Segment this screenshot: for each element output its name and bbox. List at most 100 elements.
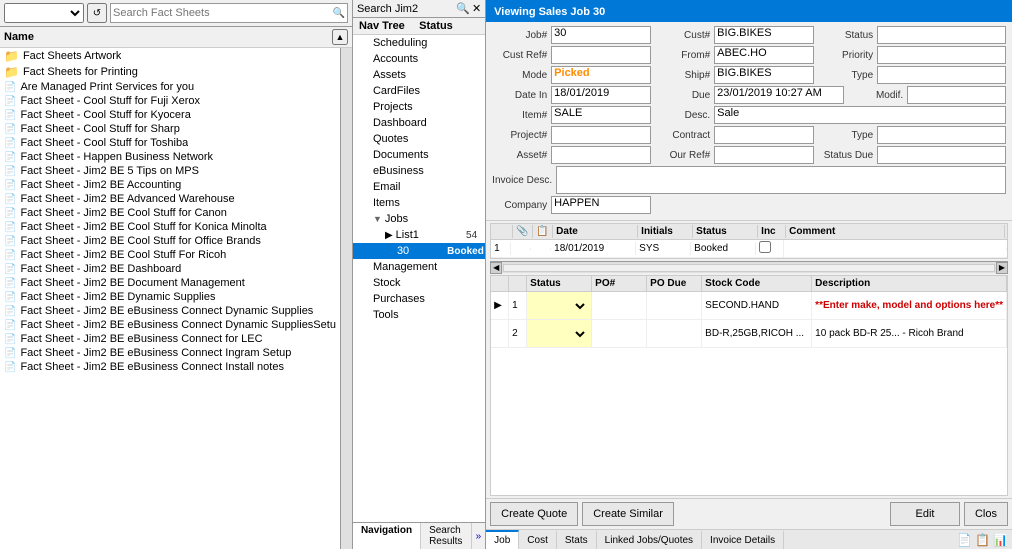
close-icon[interactable]: ✕ <box>472 2 481 15</box>
desc-field[interactable]: Sale <box>714 106 1006 124</box>
file-list-item[interactable]: 📄Fact Sheet - Cool Stuff for Sharp <box>0 122 340 136</box>
btab-icon-2[interactable]: 📋 <box>975 533 990 547</box>
scroll-track[interactable] <box>503 264 995 272</box>
our-ref-field[interactable] <box>714 146 814 164</box>
file-list-item[interactable]: 📄Fact Sheet - Jim2 BE Accounting <box>0 178 340 192</box>
inc-checkbox[interactable] <box>759 241 771 253</box>
due-field[interactable]: 23/01/2019 10:27 AM <box>714 86 844 104</box>
lower-grid-row-2[interactable]: 2 BD-R,25GB,RICOH ... 10 pack BD-R 25...… <box>491 320 1007 348</box>
file-list-item[interactable]: 📄Fact Sheet - Jim2 BE 5 Tips on MPS <box>0 164 340 178</box>
date-in-field[interactable]: 18/01/2019 <box>551 86 651 104</box>
tab-cost[interactable]: Cost <box>519 530 557 549</box>
type-field[interactable] <box>877 66 1006 84</box>
nav-item[interactable]: Management <box>353 259 485 275</box>
search-results-tab[interactable]: Search Results <box>421 523 472 549</box>
nav-item[interactable]: Accounts <box>353 51 485 67</box>
file-list-item[interactable]: 📄Fact Sheet - Jim2 BE Cool Stuff for Kon… <box>0 220 340 234</box>
edit-button[interactable]: Edit <box>890 502 960 526</box>
tab-linked-jobs[interactable]: Linked Jobs/Quotes <box>597 530 702 549</box>
comment-cell[interactable] <box>784 248 1007 250</box>
row1-status-select[interactable] <box>530 297 588 315</box>
type2-field[interactable] <box>877 126 1006 144</box>
status-due-field[interactable] <box>877 146 1006 164</box>
create-quote-button[interactable]: Create Quote <box>490 502 578 526</box>
file-list-item[interactable]: 📄Fact Sheet - Jim2 BE Cool Stuff for Off… <box>0 234 340 248</box>
row1-status[interactable] <box>527 292 592 319</box>
invoice-desc-field[interactable] <box>556 166 1006 194</box>
nav-item[interactable]: eBusiness <box>353 163 485 179</box>
file-list-item[interactable]: 📄Fact Sheet - Jim2 BE eBusiness Connect … <box>0 318 340 332</box>
row2-status[interactable] <box>527 320 592 347</box>
btab-icon-3[interactable]: 📊 <box>993 533 1008 547</box>
cust-ref-field[interactable] <box>551 46 651 64</box>
btab-icon-1[interactable]: 📄 <box>957 533 972 547</box>
nav-item[interactable]: Documents <box>353 147 485 163</box>
row2-status-select[interactable] <box>530 325 588 343</box>
file-list-item[interactable]: 📄Fact Sheet - Jim2 BE Document Managemen… <box>0 276 340 290</box>
tab-stats[interactable]: Stats <box>557 530 597 549</box>
left-scrollbar[interactable] <box>340 48 352 549</box>
nav-item[interactable]: CardFiles <box>353 83 485 99</box>
file-list-item[interactable]: 📄Fact Sheet - Happen Business Network <box>0 150 340 164</box>
tab-invoice-details[interactable]: Invoice Details <box>702 530 784 549</box>
close-button[interactable]: Clos <box>964 502 1008 526</box>
nav-item[interactable]: ▶ List154 <box>353 227 485 243</box>
status-field[interactable] <box>877 26 1006 44</box>
file-list-item[interactable]: 📄Fact Sheet - Jim2 BE eBusiness Connect … <box>0 360 340 374</box>
cust-num-field[interactable]: BIG.BIKES <box>714 26 814 44</box>
file-list-item[interactable]: 📄Fact Sheet - Jim2 BE Dynamic Supplies <box>0 290 340 304</box>
nav-item[interactable]: Projects <box>353 99 485 115</box>
file-list-item[interactable]: 📁Fact Sheets Artwork <box>0 48 340 64</box>
upper-grid-row[interactable]: 1 18/01/2019 SYS Booked <box>491 240 1007 258</box>
contract-field[interactable] <box>714 126 814 144</box>
nav-item[interactable]: 30Booked <box>353 243 485 259</box>
folder-select[interactable] <box>4 3 84 23</box>
nav-item[interactable]: Assets <box>353 67 485 83</box>
ship-field[interactable]: BIG.BIKES <box>714 66 814 84</box>
file-list-item[interactable]: 📄Fact Sheet - Jim2 BE Cool Stuff For Ric… <box>0 248 340 262</box>
file-list-item[interactable]: 📄Fact Sheet - Cool Stuff for Toshiba <box>0 136 340 150</box>
modif-field[interactable] <box>907 86 1006 104</box>
lower-grid-row-1[interactable]: ▶ 1 SECOND.HAND **Enter make, model and … <box>491 292 1007 320</box>
scroll-left-btn[interactable]: ◀ <box>490 262 502 274</box>
nav-item[interactable]: Purchases <box>353 291 485 307</box>
horiz-scrollbar[interactable]: ◀ ▶ <box>490 261 1008 273</box>
file-list-item[interactable]: 📄Fact Sheet - Jim2 BE eBusiness Connect … <box>0 346 340 360</box>
file-list-item[interactable]: 📄Fact Sheet - Jim2 BE eBusiness Connect … <box>0 332 340 346</box>
file-list-item[interactable]: 📄Fact Sheet - Jim2 BE Dashboard <box>0 262 340 276</box>
tab-job[interactable]: Job <box>486 530 519 549</box>
nav-item[interactable]: ▼ Jobs <box>353 211 485 227</box>
refresh-button[interactable]: ↺ <box>87 3 107 23</box>
create-similar-button[interactable]: Create Similar <box>582 502 674 526</box>
from-field[interactable]: ABEC.HO <box>714 46 814 64</box>
expand-arrow[interactable]: » <box>472 523 486 549</box>
scroll-right-btn[interactable]: ▶ <box>996 262 1008 274</box>
search-icon[interactable]: 🔍 <box>332 8 344 19</box>
job-field[interactable]: 30 <box>551 26 651 44</box>
priority-field[interactable] <box>877 46 1006 64</box>
search-input[interactable] <box>113 7 332 19</box>
nav-item[interactable]: Stock <box>353 275 485 291</box>
project-field[interactable] <box>551 126 651 144</box>
item-field[interactable]: SALE <box>551 106 651 124</box>
nav-item[interactable]: Quotes <box>353 131 485 147</box>
sort-up-button[interactable]: ▲ <box>332 29 348 45</box>
mode-field[interactable]: Picked <box>551 66 651 84</box>
pdf-icon: 📄 <box>4 320 16 331</box>
file-list-item[interactable]: 📄Fact Sheet - Cool Stuff for Kyocera <box>0 108 340 122</box>
nav-item[interactable]: Scheduling <box>353 35 485 51</box>
asset-field[interactable] <box>551 146 651 164</box>
nav-item[interactable]: Items <box>353 195 485 211</box>
nav-item[interactable]: Tools <box>353 307 485 323</box>
file-list-item[interactable]: 📄Are Managed Print Services for you <box>0 80 340 94</box>
file-list-item[interactable]: 📁Fact Sheets for Printing <box>0 64 340 80</box>
nav-item[interactable]: Email <box>353 179 485 195</box>
file-list-item[interactable]: 📄Fact Sheet - Jim2 BE eBusiness Connect … <box>0 304 340 318</box>
navigation-tab[interactable]: Navigation <box>353 523 421 549</box>
file-list-item[interactable]: 📄Fact Sheet - Cool Stuff for Fuji Xerox <box>0 94 340 108</box>
nav-item[interactable]: Dashboard <box>353 115 485 131</box>
search-icon[interactable]: 🔍 <box>456 2 470 15</box>
file-list-item[interactable]: 📄Fact Sheet - Jim2 BE Advanced Warehouse <box>0 192 340 206</box>
company-field[interactable]: HAPPEN <box>551 196 651 214</box>
file-list-item[interactable]: 📄Fact Sheet - Jim2 BE Cool Stuff for Can… <box>0 206 340 220</box>
